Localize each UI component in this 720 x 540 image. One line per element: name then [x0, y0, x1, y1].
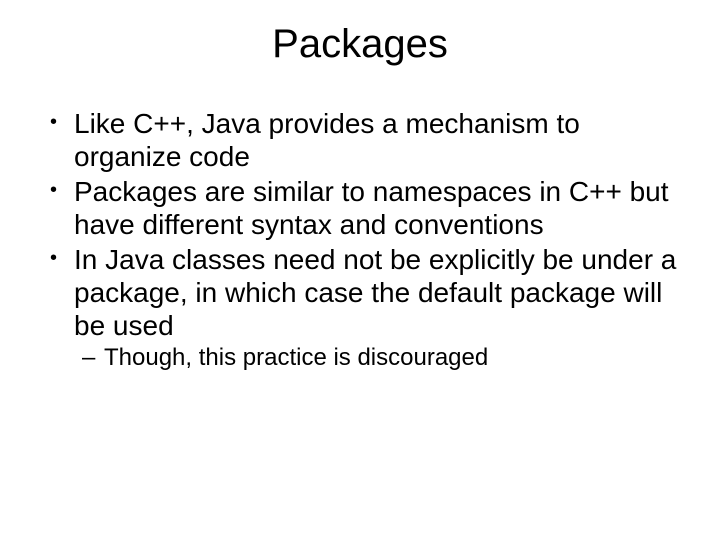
- slide-title: Packages: [38, 22, 682, 67]
- bullet-text: Like C++, Java provides a mechanism to o…: [74, 108, 580, 172]
- bullet-item: In Java classes need not be explicitly b…: [44, 243, 682, 373]
- sub-bullet-list: Though, this practice is discouraged: [74, 344, 682, 373]
- sub-bullet-text: Though, this practice is discouraged: [104, 344, 488, 371]
- bullet-item: Like C++, Java provides a mechanism to o…: [44, 107, 682, 173]
- bullet-text: Packages are similar to namespaces in C+…: [74, 176, 669, 240]
- sub-bullet-item: Though, this practice is discouraged: [74, 344, 682, 373]
- bullet-list: Like C++, Java provides a mechanism to o…: [44, 107, 682, 373]
- slide: Packages Like C++, Java provides a mecha…: [0, 0, 720, 540]
- bullet-text: In Java classes need not be explicitly b…: [74, 244, 676, 341]
- bullet-item: Packages are similar to namespaces in C+…: [44, 175, 682, 241]
- slide-content: Like C++, Java provides a mechanism to o…: [38, 107, 682, 373]
